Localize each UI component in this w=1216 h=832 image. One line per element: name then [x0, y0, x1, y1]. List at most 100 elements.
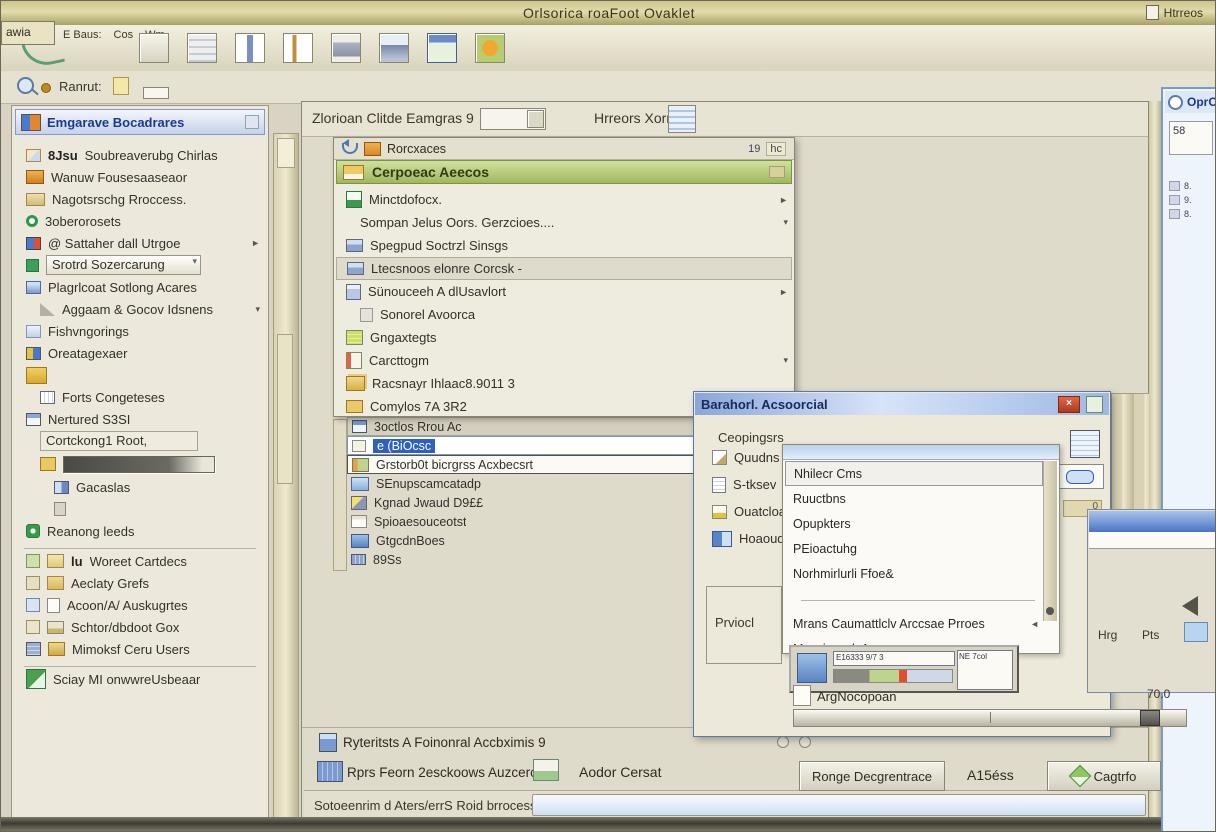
expand-arrow-icon[interactable]: ▾ [255, 304, 260, 315]
submenu-arrow-icon[interactable]: ▾ [783, 217, 788, 228]
popup-menu-item[interactable]: Carcttogm ▾ [336, 349, 792, 372]
dialog-pill-button[interactable] [1058, 464, 1104, 489]
dropdown-menu-item[interactable] [785, 586, 1043, 611]
sidebar-item[interactable]: Fishvngorings [16, 320, 264, 342]
scan-icon[interactable] [379, 33, 409, 63]
sidebar-item[interactable]: Gacaslas [44, 476, 264, 498]
sidebar-item[interactable] [16, 542, 264, 550]
sidebar-item[interactable]: @ Sattaher dall Utrgoe ► [16, 232, 264, 254]
sidebar-item[interactable] [44, 498, 264, 520]
grid-icon[interactable] [139, 33, 169, 63]
sidebar-item[interactable] [30, 452, 264, 476]
popup-toolbar-tag[interactable]: hc [766, 142, 786, 156]
sidebar-item[interactable]: Nagotsrschg Rroccess. [16, 188, 264, 210]
close-icon[interactable]: × [1058, 396, 1080, 413]
scroll-top-box[interactable] [277, 138, 295, 168]
right-panel-item[interactable]: 9. [1167, 193, 1216, 207]
sidebar-item[interactable]: Oreatagexaer [16, 342, 264, 364]
dropdown-scrollbar[interactable] [1043, 461, 1057, 621]
popup-menu-item[interactable]: Gngaxtegts [336, 326, 792, 349]
right-panel-header[interactable]: OprC [1165, 91, 1216, 113]
dropdown-menu-item[interactable]: Ruuctbns [785, 486, 1043, 511]
sidebar-item[interactable]: Cortckong1 Root, [30, 430, 264, 452]
dialog-grid-button[interactable] [1070, 430, 1100, 458]
dropdown-menu-item[interactable]: PEioactuhg [785, 536, 1043, 561]
col1-icon[interactable] [235, 33, 265, 63]
popup-menu-item[interactable]: Spegpud Soctrzl Sinsgs [336, 234, 792, 257]
thumbnail-app-icon [797, 653, 827, 683]
submenu-arrow-icon[interactable]: ▾ [783, 355, 788, 366]
popup-menu-item[interactable]: Sonorel Avoorca [350, 303, 792, 326]
config-button[interactable]: Cagtrfo [1047, 761, 1161, 791]
back-triangle-icon[interactable] [1172, 596, 1198, 616]
sidebar-header[interactable]: Emgarave Bocadrares [15, 109, 265, 135]
menu-item[interactable]: E Baus: [63, 29, 102, 41]
undo-arrow-icon[interactable] [342, 143, 358, 154]
item-label: Sünouceeh A dlUsavlort [368, 284, 506, 299]
right-panel-badge[interactable]: 58 [1169, 121, 1213, 155]
sidebar-item[interactable]: Mimoksf Ceru Users [16, 638, 264, 660]
sidebar-item[interactable]: 3oberorosets [16, 210, 264, 232]
dropdown-menu-item[interactable]: Nhilecr Cms [785, 461, 1043, 486]
sidebar-item[interactable]: lu Woreet Cartdecs [16, 550, 264, 572]
sidebar-item[interactable]: Aggaam & Gocov Idsnens ▾ [30, 298, 264, 320]
blue-box-button[interactable] [1184, 622, 1208, 642]
pin-icon[interactable] [245, 115, 259, 129]
submenu-arrow-icon[interactable]: ► [779, 195, 788, 205]
radio-icon[interactable] [777, 736, 789, 748]
search-icon[interactable] [17, 77, 34, 94]
sidebar-item[interactable]: Plagrlcoat Sotlong Acares [16, 276, 264, 298]
submenu-arrow-icon[interactable]: ► [779, 287, 788, 297]
dialog-aux-icon[interactable] [1086, 396, 1103, 413]
sidebar-item[interactable]: Schtor/dbdoot Gox [16, 616, 264, 638]
popup-menu-item[interactable]: Sompan Jelus Oors. Gerzcioes.... ▾ [350, 211, 792, 234]
footer-line2a[interactable]: Rprs Feorn 2esckoows Auzcercg [347, 765, 544, 780]
sidebar-item[interactable]: Reanong leeds [16, 520, 264, 542]
dropdown-menu-item[interactable]: Opupkters [785, 511, 1043, 536]
footer-line2b[interactable]: Aodor Cersat [579, 764, 661, 780]
print-icon[interactable] [331, 33, 361, 63]
sig-icon[interactable] [187, 33, 217, 63]
popup-menu-item[interactable]: Sünouceeh A dlUsavlort ► [336, 280, 792, 303]
slider-handle[interactable] [1140, 710, 1160, 726]
sidebar-item[interactable]: Acoon/A/ Auskugrtes [16, 594, 264, 616]
corner-tab[interactable]: awia [1, 21, 55, 45]
col2-icon[interactable] [283, 33, 313, 63]
footer-line1[interactable]: Ryteritsts A Foinonral Accbximis 9 [343, 735, 546, 750]
sidebar-item[interactable]: Srotrd Sozercarung [16, 254, 264, 276]
expand-arrow-icon[interactable]: ► [251, 238, 260, 248]
input-drop-button[interactable] [527, 110, 544, 128]
dialog-dropdown-menu: Nhilecr Cms Ruuctbns Opupkters P [782, 444, 1060, 654]
note-icon[interactable] [113, 77, 129, 95]
popup-header-tag-icon[interactable] [769, 166, 785, 178]
sidebar-item[interactable]: Forts Congeteses [30, 386, 264, 408]
dialog-title-bar[interactable]: Barahorl. Acsoorcial × [695, 393, 1109, 415]
thumbnail-window[interactable]: E16333 9/7 3 NE 7col [789, 645, 1019, 693]
right-panel-item[interactable]: 8. [1167, 179, 1216, 193]
overlay-title-bar[interactable] [1089, 511, 1215, 532]
right-panel-item[interactable]: 8. [1167, 207, 1216, 221]
mini-input-box[interactable] [143, 87, 169, 99]
sidebar-scrollbar[interactable] [273, 133, 299, 829]
dropdown-menu-item[interactable]: Mrans Caumattlclv Arccsae Prroes ◄ [785, 611, 1043, 636]
sidebar-item[interactable] [16, 660, 264, 668]
sidebar-item[interactable]: Nertured S3SI [16, 408, 264, 430]
center-input[interactable] [480, 108, 546, 130]
list-view-button[interactable] [668, 105, 696, 133]
range-department-button[interactable]: Ronge Decgrentrace [799, 761, 945, 791]
zoom-slider[interactable] [793, 709, 1187, 727]
menu-item[interactable]: Cos [114, 29, 134, 41]
win-icon[interactable] [427, 33, 457, 63]
sidebar-item[interactable]: 8Jsu Soubreaverubg Chirlas [16, 144, 264, 166]
scroll-thumb[interactable] [277, 334, 293, 484]
dropdown-menu-item[interactable]: Norhmirlurli Ffoe& [785, 561, 1043, 586]
radio-icon[interactable] [799, 736, 811, 748]
tree-scroll-strip[interactable] [333, 419, 347, 571]
sidebar-item[interactable] [16, 364, 264, 386]
sidebar-item[interactable]: Aeclaty Grefs [16, 572, 264, 594]
popup-menu-item[interactable]: Minctdofocx. ► [336, 188, 792, 211]
sidebar-item[interactable]: Sciay MI onwwreUsbeaar [16, 668, 264, 690]
flower-icon[interactable] [475, 33, 505, 63]
sidebar-item[interactable]: Wanuw Fousesaaseaor [16, 166, 264, 188]
popup-menu-item[interactable]: Ltecsnoos elonre Corcsk - [336, 257, 792, 280]
